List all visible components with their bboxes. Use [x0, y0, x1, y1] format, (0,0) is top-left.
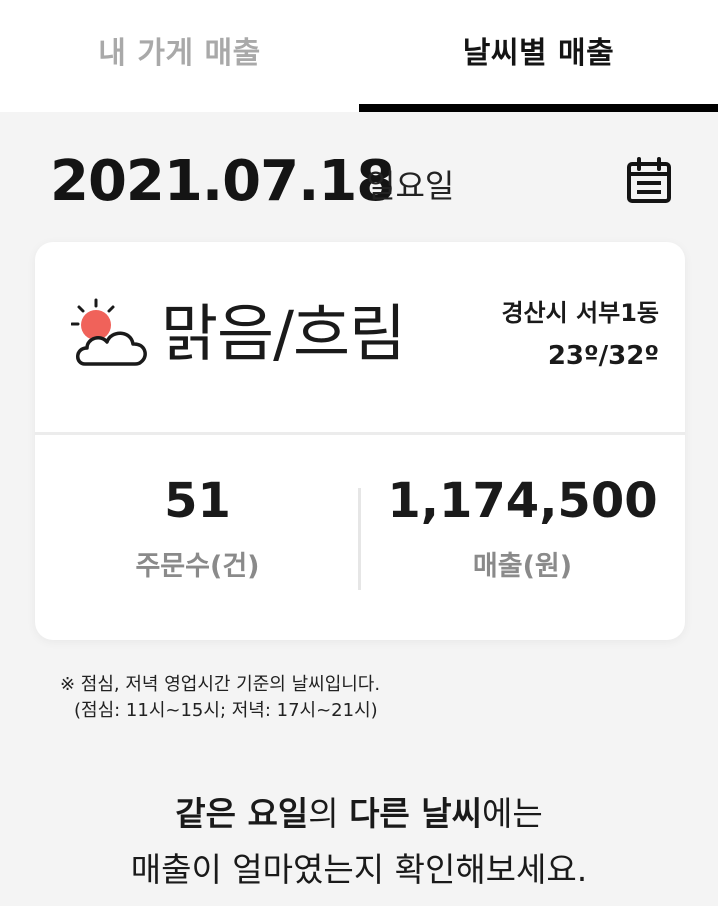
message-particle-1: 의 [308, 794, 350, 833]
tab-bar: 내 가게 매출 날씨별 매출 [0, 0, 718, 112]
weather-basis-note: ※ 점심, 저녁 영업시간 기준의 날씨입니다. [60, 674, 381, 695]
tab-weather-sales[interactable]: 날씨별 매출 [359, 0, 718, 112]
card-divider [35, 432, 685, 435]
same-weekday-text: 같은 요일 [175, 794, 309, 833]
tab-my-store-sales[interactable]: 내 가게 매출 [0, 0, 359, 112]
business-hours-note: (점심: 11시~15시; 저녁: 17시~21시) [74, 700, 378, 721]
location-label: 경산시 서부1동 [501, 299, 659, 327]
weather-sales-card: 맑음/흐림 경산시 서부1동 23º/32º 51 주문수(건) 1,174,5… [35, 242, 685, 640]
orders-stat: 51 주문수(건) [35, 472, 360, 584]
weather-condition: 맑음/흐림 [161, 297, 406, 370]
orders-label: 주문수(건) [135, 551, 260, 582]
temperature-range: 23º/32º [547, 341, 659, 371]
compare-message-line2: 매출이 얼마였는지 확인해보세요. [130, 850, 588, 889]
partly-cloudy-icon [70, 298, 151, 374]
message-particle-2: 에는 [482, 794, 543, 833]
compare-message: 같은 요일의 다른 날씨에는 매출이 얼마였는지 확인해보세요. [0, 786, 718, 898]
selected-date: 2021.07.18 [50, 149, 395, 214]
different-weather-text: 다른 날씨 [349, 794, 482, 833]
tab-my-store-sales-label: 내 가게 매출 [98, 36, 261, 71]
selected-day: 일요일 [366, 167, 455, 205]
compare-message-line1: 같은 요일의 다른 날씨에는 [0, 786, 718, 842]
sales-label: 매출(원) [472, 551, 573, 582]
calendar-icon[interactable] [624, 156, 674, 206]
date-row: 2021.07.18 일요일 [50, 148, 680, 218]
tab-weather-sales-label: 날씨별 매출 [462, 36, 615, 71]
sales-stat: 1,174,500 매출(원) [360, 472, 685, 584]
orders-count: 51 [164, 473, 231, 529]
sales-amount: 1,174,500 [387, 473, 658, 529]
